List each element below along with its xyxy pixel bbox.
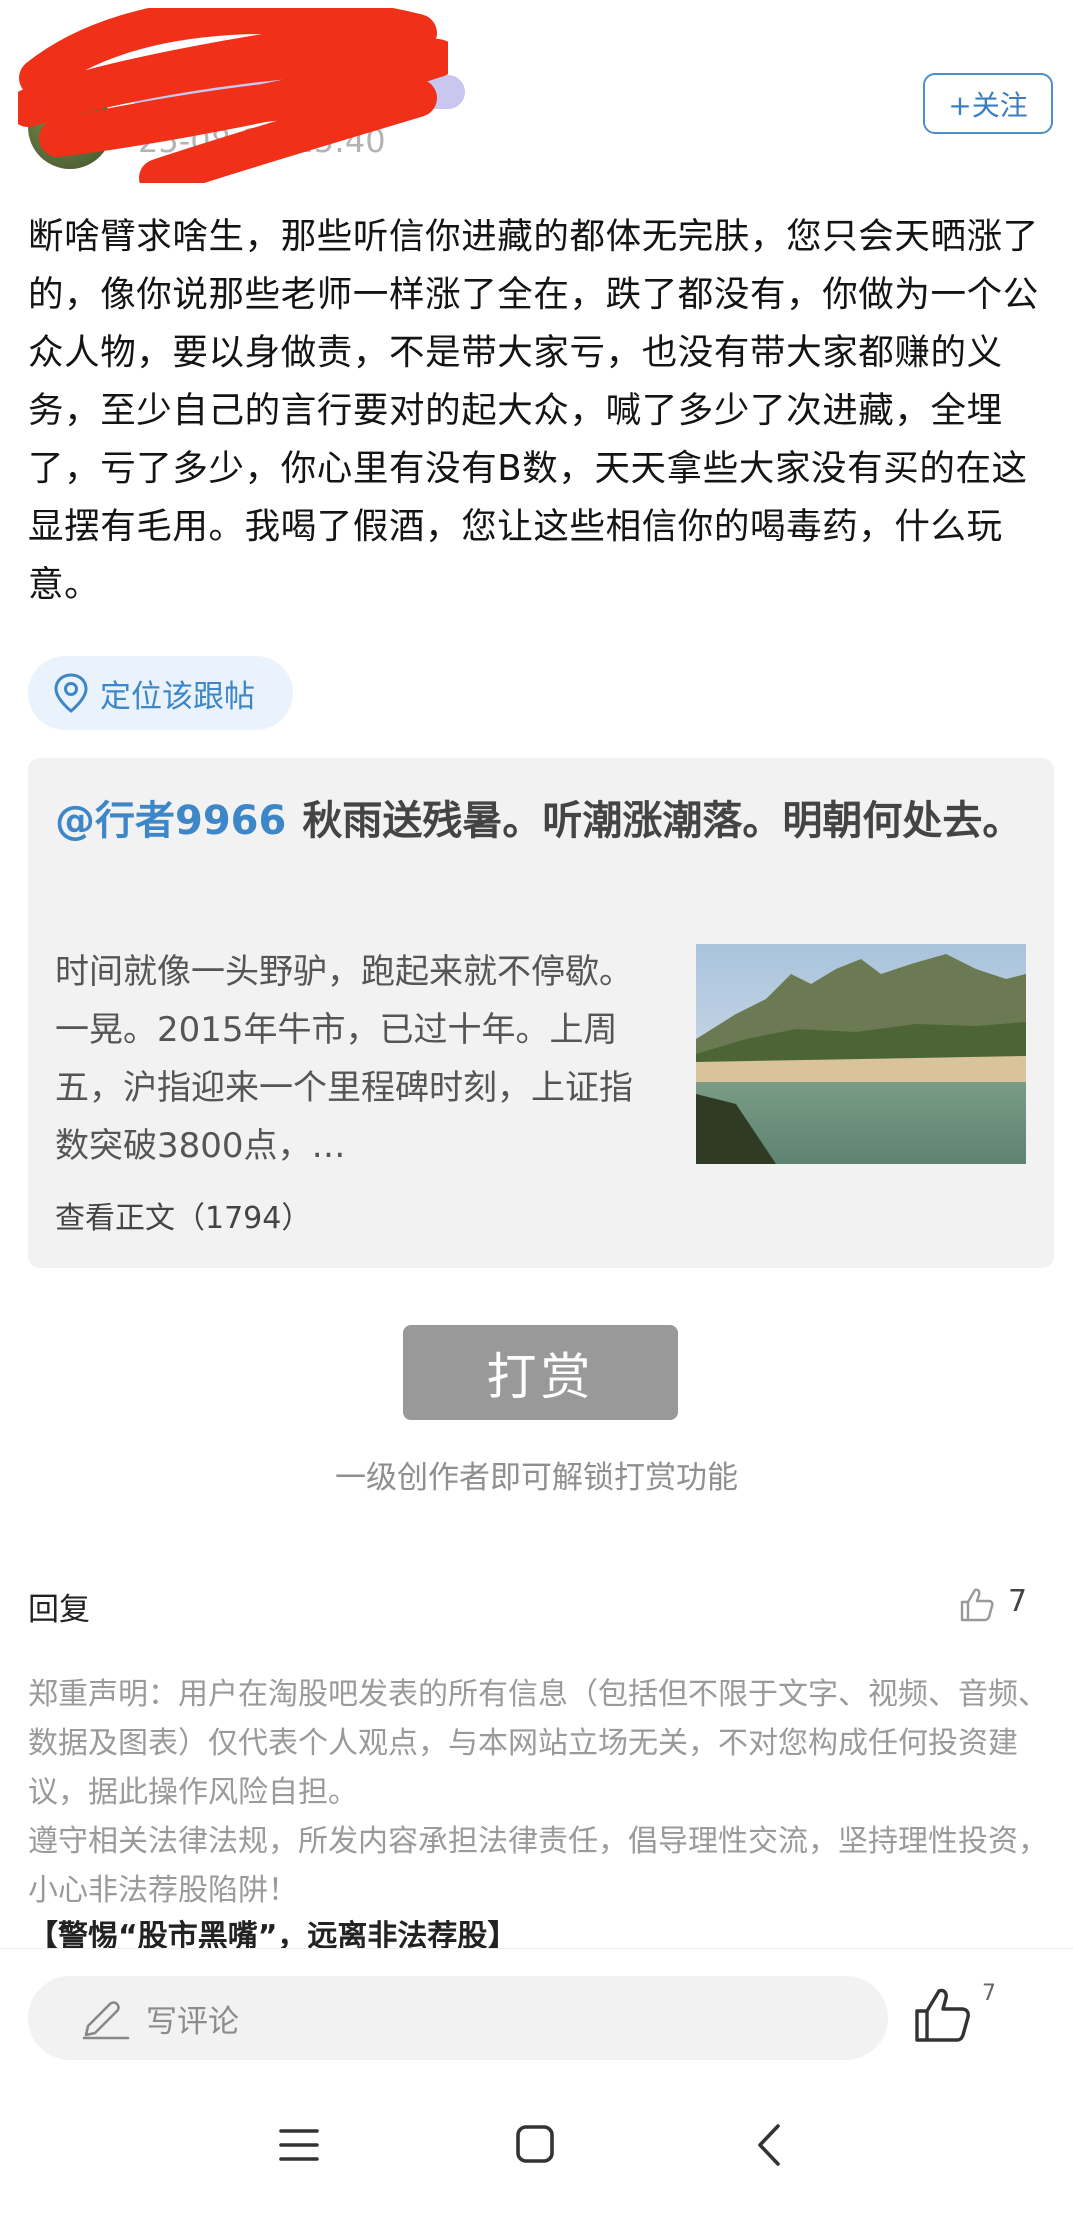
locate-reply-label: 定位该跟帖: [100, 678, 255, 715]
back-icon[interactable]: [754, 2122, 784, 2168]
disclaimer-law: 遵守相关法律法规，所发内容承担法律责任，倡导理性交流，坚持理性投资，小心非法荐股…: [28, 1824, 1048, 1908]
quoted-post-title-text: 秋雨送残暑。听潮涨潮落。明朝何处去。: [302, 798, 1023, 844]
quoted-post-card[interactable]: @行者9966 秋雨送残暑。听潮涨潮落。明朝何处去。 时间就像一头野驴，跑起来就不…: [28, 758, 1054, 1268]
warning-heading: 【警惕“股市黑嘴”，远离非法荐股】: [28, 1919, 518, 1948]
view-full-post-link[interactable]: 查看正文（1794）: [55, 1193, 311, 1237]
disclaimer-statement: 郑重声明：用户在淘股吧发表的所有信息（包括但不限于文字、视频、音频、数据及图表）…: [28, 1677, 1048, 1810]
reply-button[interactable]: 回复: [28, 1584, 90, 1629]
like-icon[interactable]: [912, 1984, 974, 2046]
tip-unlock-note: 一级创作者即可解锁打赏功能: [335, 1460, 738, 1496]
quoted-post-excerpt: 时间就像一头野驴，跑起来就不停歇。一晃。2015年牛市，已过十年。上周五，沪指迎…: [55, 952, 633, 1166]
home-icon[interactable]: [515, 2122, 555, 2166]
tip-button[interactable]: 打赏: [403, 1325, 678, 1420]
thumbs-up-icon[interactable]: [958, 1586, 996, 1624]
system-nav-bar: [0, 2095, 1073, 2205]
write-comment-input[interactable]: 写评论: [28, 1976, 888, 2060]
author-mention-link[interactable]: @行者9966: [55, 798, 286, 844]
locate-reply-button[interactable]: 定位该跟帖: [28, 656, 293, 730]
post-header: 25-08-27 15:40 +关注: [0, 0, 1073, 190]
comment-placeholder: 写评论: [146, 2003, 239, 2040]
menu-icon[interactable]: [277, 2125, 321, 2165]
bottom-like-count: 7: [982, 1981, 996, 2006]
quoted-post-title: @行者9966 秋雨送残暑。听潮涨潮落。明朝何处去。: [55, 788, 1035, 854]
reply-row: 回复 7: [28, 1584, 1028, 1634]
reply-like-count: 7: [1008, 1584, 1028, 1619]
follow-button[interactable]: +关注: [923, 73, 1053, 134]
pen-icon: [82, 2001, 130, 2040]
location-pin-icon: [54, 673, 88, 713]
disclaimer-text: 郑重声明：用户在淘股吧发表的所有信息（包括但不限于文字、视频、音频、数据及图表）…: [28, 1670, 1058, 1915]
post-body: 断啥臂求啥生，那些听信你进藏的都体无完肤，您只会天晒涨了的，像你说那些老师一样涨…: [28, 216, 1039, 605]
redaction-scribble: [18, 8, 448, 183]
quoted-post-thumbnail[interactable]: [696, 944, 1026, 1164]
